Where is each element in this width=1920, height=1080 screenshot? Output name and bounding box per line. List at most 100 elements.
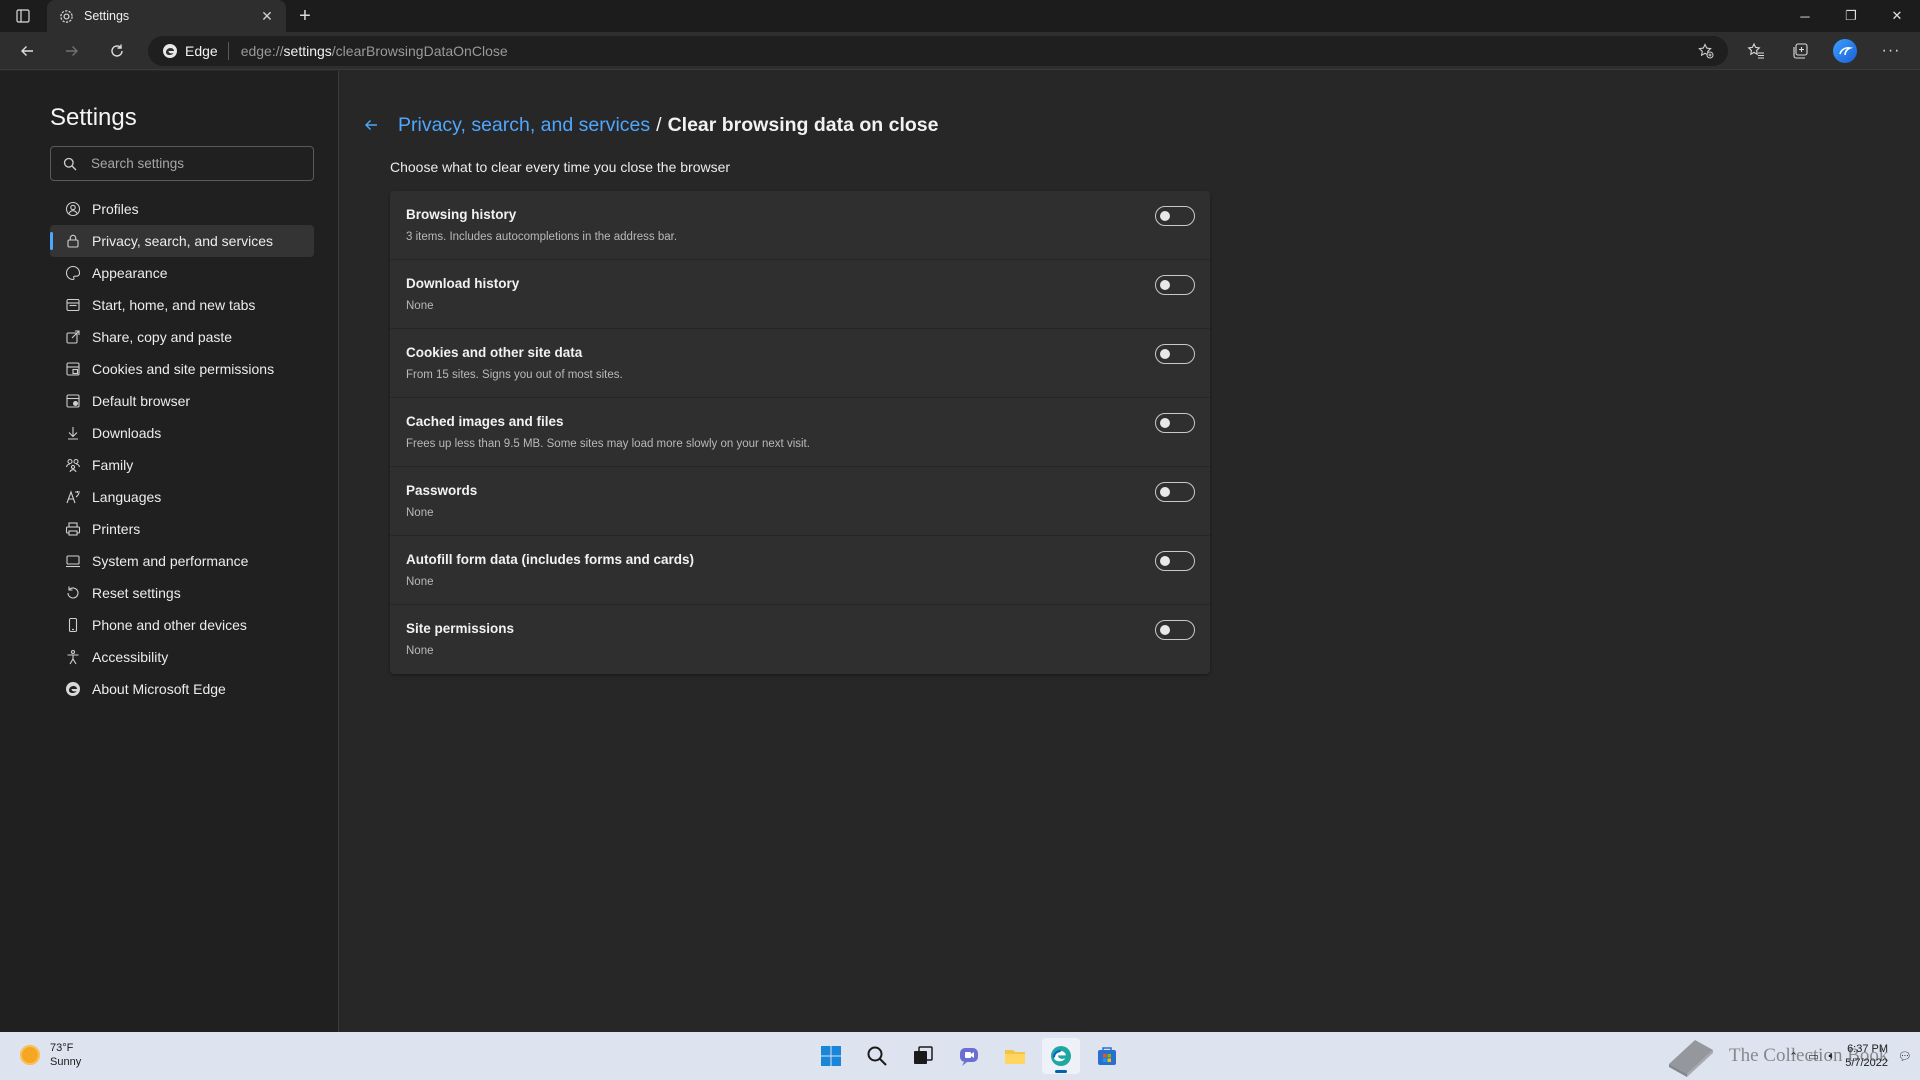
toggle-knob <box>1160 556 1170 566</box>
settings-content: Privacy, search, and services / Clear br… <box>340 71 1920 1032</box>
sidebar-item-downloads[interactable]: Downloads <box>50 417 314 449</box>
sidebar-item-system-performance[interactable]: System and performance <box>50 545 314 577</box>
edge-logo-icon <box>1051 1046 1071 1066</box>
new-tab-button[interactable]: + <box>292 4 318 28</box>
store-button[interactable] <box>1088 1038 1126 1074</box>
site-identity-chip[interactable]: Edge <box>162 42 229 60</box>
weather-widget[interactable]: 73°F Sunny <box>20 1041 81 1069</box>
option-description: Frees up less than 9.5 MB. Some sites ma… <box>406 438 810 450</box>
profile-avatar-icon <box>1839 47 1853 56</box>
breadcrumb: Privacy, search, and services / Clear br… <box>360 111 938 139</box>
profile-avatar-button[interactable] <box>1833 39 1857 63</box>
star-add-icon <box>1698 43 1714 59</box>
sidebar-item-label: Printers <box>92 521 141 537</box>
reset-icon <box>64 584 82 602</box>
sidebar-nav-list: Profiles Privacy, search, and services A… <box>50 193 314 705</box>
watermark: The Collection Book <box>1665 1032 1895 1080</box>
sidebar-item-share-copy-paste[interactable]: Share, copy and paste <box>50 321 314 353</box>
sidebar-item-cookies-permissions[interactable]: Cookies and site permissions <box>50 353 314 385</box>
tab-actions-button[interactable] <box>10 6 36 26</box>
restore-button[interactable]: ❐ <box>1828 0 1874 32</box>
breadcrumb-parent-link[interactable]: Privacy, search, and services <box>398 114 650 137</box>
toggle-knob <box>1160 349 1170 359</box>
add-favorite-button[interactable] <box>1696 41 1716 61</box>
cookies-toggle[interactable] <box>1155 344 1195 364</box>
task-view-icon <box>914 1046 933 1064</box>
start-button[interactable] <box>812 1038 850 1074</box>
notification-icon[interactable]: 💬︎ <box>1898 1050 1912 1063</box>
profile-icon <box>64 200 82 218</box>
more-menu-button[interactable]: ··· <box>1877 38 1905 64</box>
watermark-text: The Collection Book <box>1729 1045 1889 1066</box>
address-bar[interactable]: Edge edge://settings/clearBrowsingDataOn… <box>148 36 1728 66</box>
sidebar-item-label: Downloads <box>92 425 162 441</box>
edge-icon <box>64 680 82 698</box>
site-permissions-toggle[interactable] <box>1155 620 1195 640</box>
sidebar-item-label: System and performance <box>92 553 249 569</box>
toggle-knob <box>1160 211 1170 221</box>
search-button[interactable] <box>858 1038 896 1074</box>
toggle-knob <box>1160 280 1170 290</box>
back-button[interactable] <box>12 37 42 65</box>
search-icon <box>63 157 77 170</box>
option-row-autofill: Autofill form data (includes forms and c… <box>390 536 1210 605</box>
sidebar-item-default-browser[interactable]: Default browser <box>50 385 314 417</box>
option-description: None <box>406 645 434 657</box>
search-icon <box>867 1046 887 1066</box>
phone-icon <box>64 616 82 634</box>
option-description: None <box>406 300 434 312</box>
back-arrow-icon[interactable] <box>360 114 382 136</box>
settings-sidebar: Settings Profiles Privacy, search, and s… <box>0 71 339 1032</box>
folder-icon <box>1005 1050 1025 1064</box>
favorites-button[interactable] <box>1742 38 1770 64</box>
option-title: Autofill form data (includes forms and c… <box>406 552 695 567</box>
browsing-history-toggle[interactable] <box>1155 206 1195 226</box>
close-tab-icon[interactable]: ✕ <box>254 3 280 29</box>
autofill-toggle[interactable] <box>1155 551 1195 571</box>
sidebar-item-privacy[interactable]: Privacy, search, and services <box>50 225 314 257</box>
sidebar-item-reset-settings[interactable]: Reset settings <box>50 577 314 609</box>
family-icon <box>64 456 82 474</box>
start-tabs-icon <box>64 296 82 314</box>
sidebar-item-label: Privacy, search, and services <box>92 233 274 249</box>
sidebar-item-printers[interactable]: Printers <box>50 513 314 545</box>
task-view-button[interactable] <box>904 1038 942 1074</box>
close-window-button[interactable]: ✕ <box>1874 0 1920 32</box>
chat-button[interactable] <box>950 1038 988 1074</box>
forward-button[interactable] <box>57 37 87 65</box>
back-arrow-icon <box>21 46 33 56</box>
taskbar-apps <box>812 1038 1126 1074</box>
cached-images-toggle[interactable] <box>1155 413 1195 433</box>
passwords-toggle[interactable] <box>1155 482 1195 502</box>
file-explorer-button[interactable] <box>996 1038 1034 1074</box>
minimize-button[interactable]: ─ <box>1782 0 1828 32</box>
option-title: Site permissions <box>406 621 515 636</box>
sidebar-item-label: Reset settings <box>92 585 181 601</box>
sidebar-item-about-edge[interactable]: About Microsoft Edge <box>50 673 314 705</box>
sidebar-item-accessibility[interactable]: Accessibility <box>50 641 314 673</box>
search-settings-input[interactable] <box>91 156 291 171</box>
gear-icon <box>60 9 73 23</box>
refresh-icon <box>111 44 123 57</box>
book-icon <box>1669 1040 1713 1077</box>
sidebar-item-label: Languages <box>92 489 162 505</box>
option-row-site-permissions: Site permissions None <box>390 605 1210 674</box>
refresh-button[interactable] <box>102 37 132 65</box>
sidebar-item-phone-devices[interactable]: Phone and other devices <box>50 609 314 641</box>
page-description: Choose what to clear every time you clos… <box>390 159 731 175</box>
sidebar-item-label: Appearance <box>92 265 168 281</box>
search-settings-box[interactable] <box>50 146 314 181</box>
tab-settings[interactable]: Settings ✕ <box>47 0 286 32</box>
appearance-icon <box>64 264 82 282</box>
sidebar-item-profiles[interactable]: Profiles <box>50 193 314 225</box>
option-row-passwords: Passwords None <box>390 467 1210 536</box>
sidebar-item-languages[interactable]: Languages <box>50 481 314 513</box>
sidebar-item-start-home-tabs[interactable]: Start, home, and new tabs <box>50 289 314 321</box>
sidebar-item-appearance[interactable]: Appearance <box>50 257 314 289</box>
sidebar-item-family[interactable]: Family <box>50 449 314 481</box>
collections-button[interactable] <box>1786 38 1814 64</box>
download-history-toggle[interactable] <box>1155 275 1195 295</box>
browser-toolbar: Edge edge://settings/clearBrowsingDataOn… <box>0 32 1920 70</box>
store-icon <box>1098 1047 1116 1065</box>
edge-taskbar-button[interactable] <box>1042 1038 1080 1074</box>
